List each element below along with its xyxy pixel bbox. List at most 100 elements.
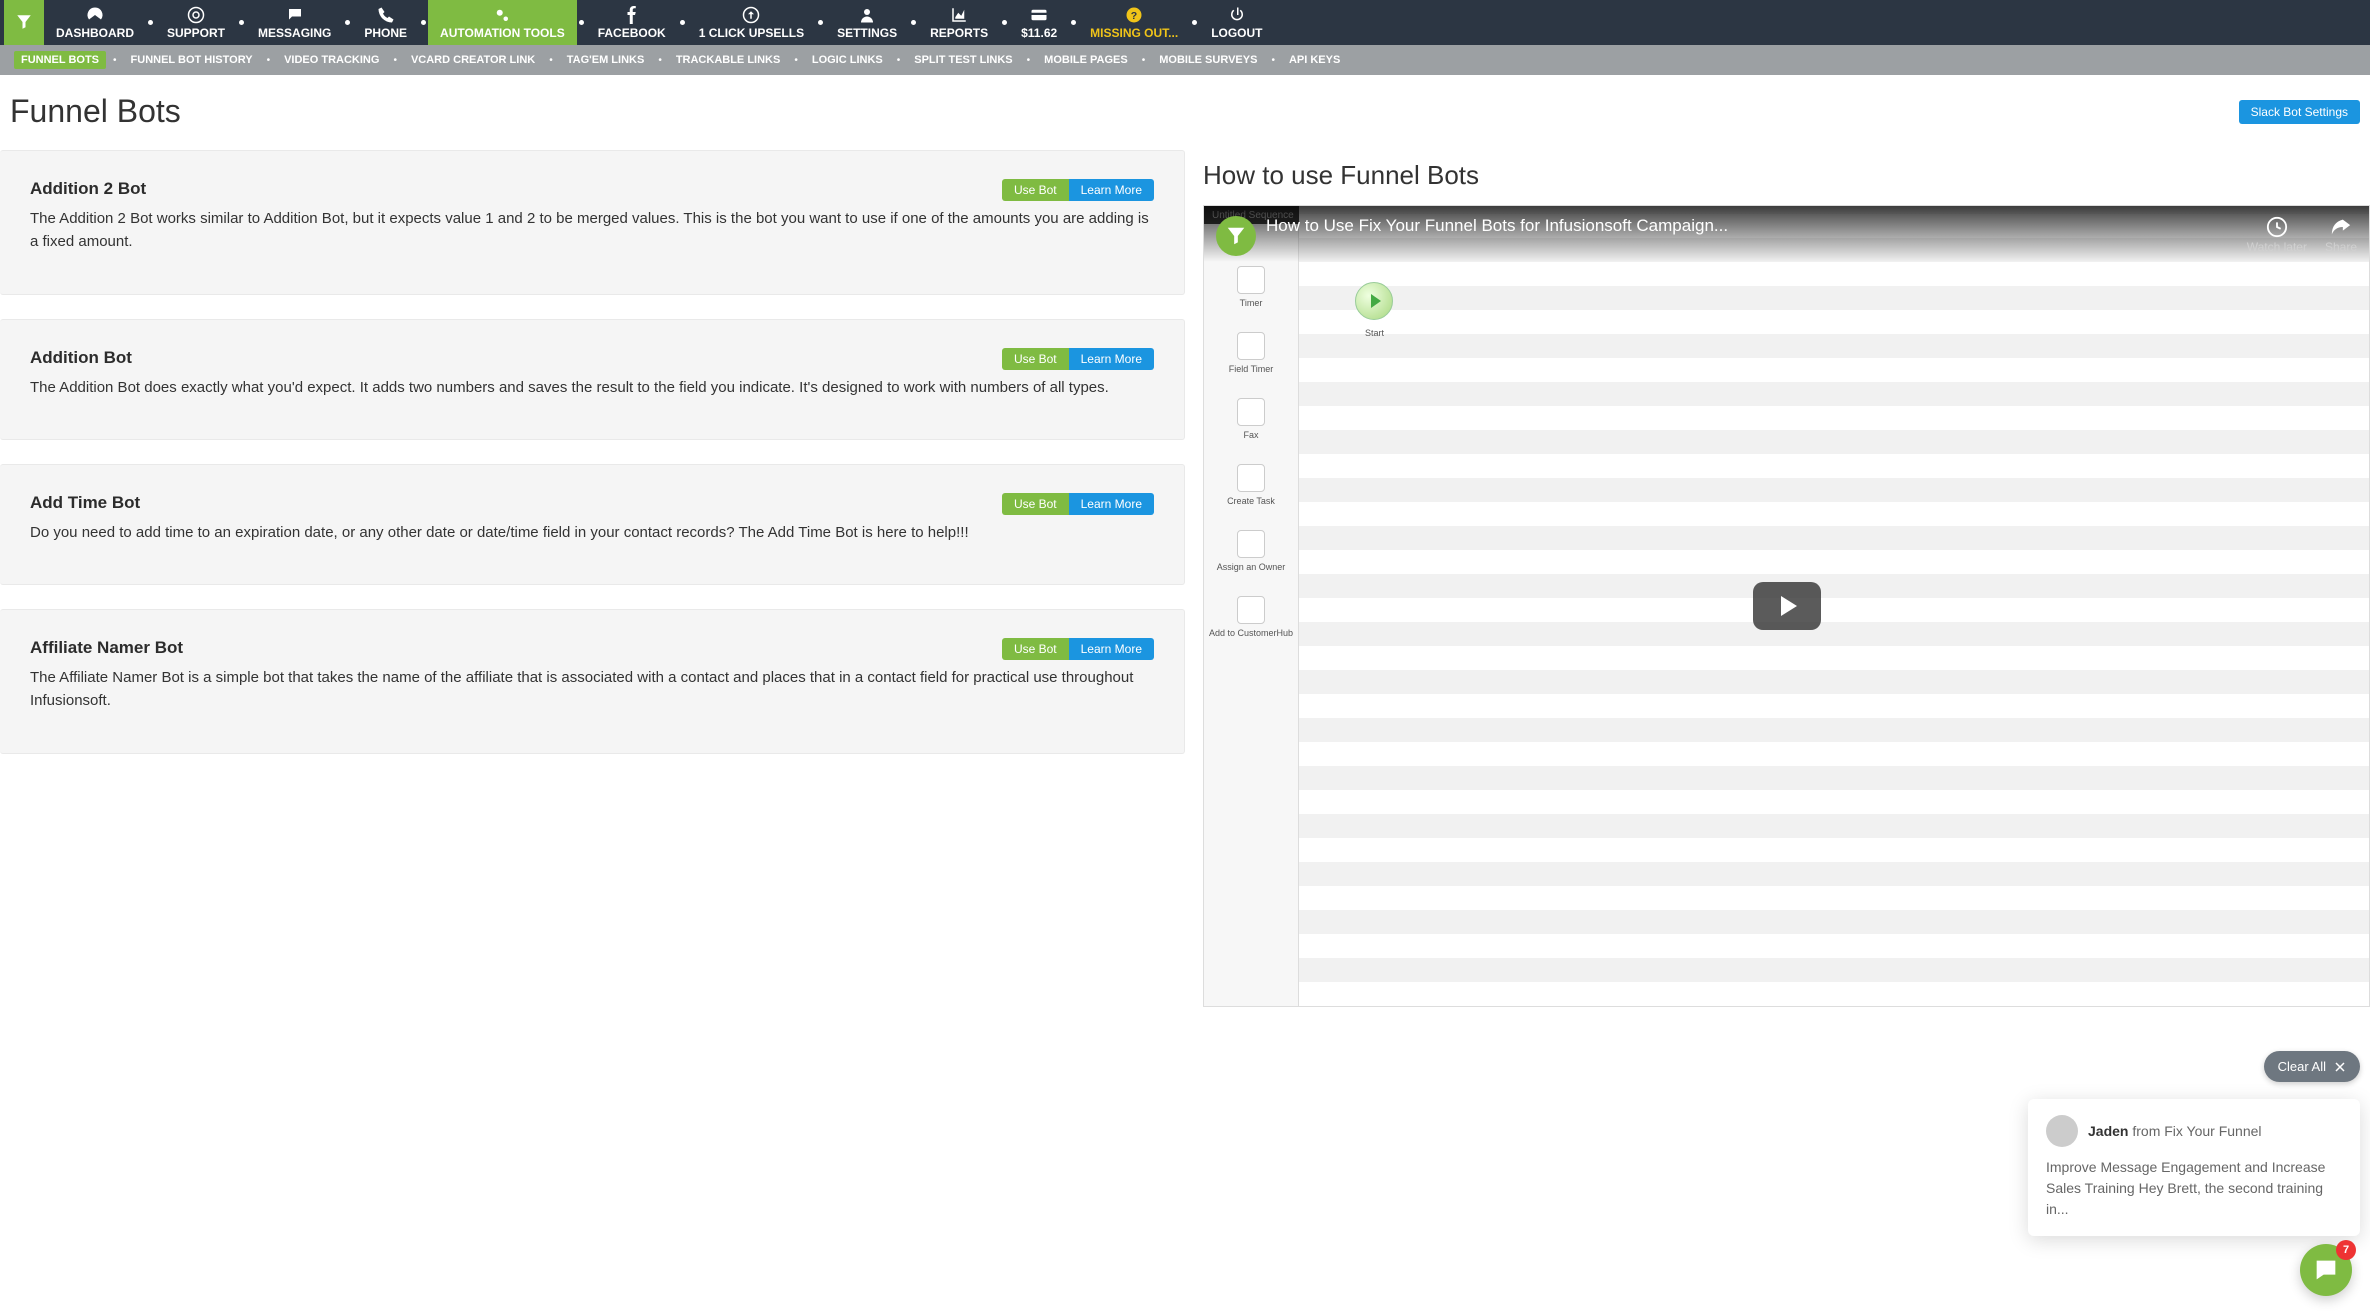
video-mock-canvas: Start bbox=[1299, 206, 2369, 1006]
subnav-separator: • bbox=[392, 55, 398, 66]
nav-logout[interactable]: LOGOUT bbox=[1199, 0, 1274, 45]
chat-body: Improve Message Engagement and Increase … bbox=[2046, 1157, 2342, 1220]
power-icon bbox=[1228, 6, 1246, 24]
nav-separator bbox=[421, 20, 426, 25]
share-label: Share bbox=[2325, 240, 2357, 254]
subnav-separator: • bbox=[1026, 55, 1032, 66]
learn-more-button[interactable]: Learn More bbox=[1069, 348, 1154, 370]
subnav-mobile-surveys[interactable]: MOBILE SURVEYS bbox=[1152, 51, 1264, 69]
nav-settings[interactable]: SETTINGS bbox=[825, 0, 909, 45]
video-player[interactable]: Untitled Sequence Saved at 4:58 PM Edit … bbox=[1203, 205, 2370, 1007]
user-icon bbox=[858, 6, 876, 24]
timer-icon bbox=[1237, 266, 1265, 294]
clear-all-label: Clear All bbox=[2278, 1059, 2326, 1074]
howto-title: How to use Funnel Bots bbox=[1203, 150, 2370, 191]
watch-later-button[interactable]: Watch later bbox=[2247, 216, 2307, 254]
subnav-mobile-pages[interactable]: MOBILE PAGES bbox=[1037, 51, 1135, 69]
logo[interactable] bbox=[4, 0, 44, 45]
top-navigation: DASHBOARD SUPPORT MESSAGING PHONE AUTOMA… bbox=[0, 0, 2370, 45]
subnav-separator: • bbox=[896, 55, 902, 66]
bot-title: Add Time Bot bbox=[30, 493, 140, 513]
bot-card: Addition Bot Use Bot Learn More The Addi… bbox=[0, 319, 1185, 440]
nav-label: $11.62 bbox=[1021, 26, 1057, 40]
subnav-logic[interactable]: LOGIC LINKS bbox=[805, 51, 890, 69]
bot-description: The Addition Bot does exactly what you'd… bbox=[30, 376, 1154, 399]
chat-notification[interactable]: Jaden from Fix Your Funnel Improve Messa… bbox=[2028, 1099, 2360, 1236]
use-bot-button[interactable]: Use Bot bbox=[1002, 493, 1069, 515]
nav-automation-tools[interactable]: AUTOMATION TOOLS bbox=[428, 0, 577, 45]
facebook-icon bbox=[623, 6, 641, 24]
slack-bot-settings-button[interactable]: Slack Bot Settings bbox=[2239, 100, 2360, 124]
subnav-video-tracking[interactable]: VIDEO TRACKING bbox=[277, 51, 386, 69]
chat-icon bbox=[286, 6, 304, 24]
nav-separator bbox=[148, 20, 153, 25]
nav-separator bbox=[911, 20, 916, 25]
page-header: Funnel Bots Slack Bot Settings bbox=[0, 75, 2370, 150]
nav-label: AUTOMATION TOOLS bbox=[440, 26, 565, 40]
nav-messaging[interactable]: MESSAGING bbox=[246, 0, 343, 45]
clear-all-button[interactable]: Clear All bbox=[2264, 1051, 2360, 1082]
nav-phone[interactable]: PHONE bbox=[352, 0, 419, 45]
subnav-separator: • bbox=[1141, 55, 1147, 66]
field-timer-icon bbox=[1237, 332, 1265, 360]
learn-more-button[interactable]: Learn More bbox=[1069, 638, 1154, 660]
video-actions: Watch later Share bbox=[2247, 216, 2357, 254]
nav-separator bbox=[239, 20, 244, 25]
close-icon bbox=[2334, 1061, 2346, 1073]
chat-header: Jaden from Fix Your Funnel bbox=[2046, 1115, 2342, 1147]
intercom-launcher[interactable]: 7 bbox=[2300, 1244, 2352, 1296]
nav-separator bbox=[345, 20, 350, 25]
nav-separator bbox=[579, 20, 584, 25]
nav-reports[interactable]: REPORTS bbox=[918, 0, 1000, 45]
bot-title: Affiliate Namer Bot bbox=[30, 638, 183, 658]
bot-card: Add Time Bot Use Bot Learn More Do you n… bbox=[0, 464, 1185, 585]
nav-label: DASHBOARD bbox=[56, 26, 134, 40]
lifebuoy-icon bbox=[187, 6, 205, 24]
use-bot-button[interactable]: Use Bot bbox=[1002, 179, 1069, 201]
video-topbar: How to Use Fix Your Funnel Bots for Infu… bbox=[1204, 206, 2369, 262]
chart-icon bbox=[950, 6, 968, 24]
nav-dashboard[interactable]: DASHBOARD bbox=[44, 0, 146, 45]
subnav-trackable[interactable]: TRACKABLE LINKS bbox=[669, 51, 788, 69]
subnav-api-keys[interactable]: API KEYS bbox=[1282, 51, 1347, 69]
nav-separator bbox=[1002, 20, 1007, 25]
bot-title: Addition Bot bbox=[30, 348, 132, 368]
nav-balance[interactable]: $11.62 bbox=[1009, 0, 1069, 45]
nav-label: 1 CLICK UPSELLS bbox=[699, 26, 804, 40]
nav-separator bbox=[818, 20, 823, 25]
channel-logo-icon bbox=[1216, 216, 1256, 256]
chat-from: Jaden from Fix Your Funnel bbox=[2088, 1123, 2262, 1139]
sub-navigation: FUNNEL BOTS • FUNNEL BOT HISTORY • VIDEO… bbox=[0, 45, 2370, 75]
nav-support[interactable]: SUPPORT bbox=[155, 0, 237, 45]
bot-description: The Affiliate Namer Bot is a simple bot … bbox=[30, 666, 1154, 713]
nav-facebook[interactable]: FACEBOOK bbox=[586, 0, 678, 45]
howto-column: How to use Funnel Bots Untitled Sequence… bbox=[1199, 150, 2370, 1007]
share-button[interactable]: Share bbox=[2325, 216, 2357, 254]
play-button-icon[interactable] bbox=[1753, 582, 1821, 630]
bot-buttons: Use Bot Learn More bbox=[1002, 493, 1154, 515]
subnav-separator: • bbox=[657, 55, 663, 66]
nav-missing-out[interactable]: ? MISSING OUT... bbox=[1078, 0, 1190, 45]
notification-badge: 7 bbox=[2336, 1240, 2356, 1260]
subnav-history[interactable]: FUNNEL BOT HISTORY bbox=[124, 51, 260, 69]
chat-bubble-icon bbox=[2312, 1256, 2340, 1284]
video-title: How to Use Fix Your Funnel Bots for Infu… bbox=[1266, 216, 2247, 236]
subnav-funnel-bots[interactable]: FUNNEL BOTS bbox=[14, 51, 106, 69]
bot-buttons: Use Bot Learn More bbox=[1002, 348, 1154, 370]
subnav-tagem[interactable]: TAG'EM LINKS bbox=[560, 51, 652, 69]
main-content: Addition 2 Bot Use Bot Learn More The Ad… bbox=[0, 150, 2370, 1007]
nav-separator bbox=[1192, 20, 1197, 25]
subnav-vcard[interactable]: VCARD CREATOR LINK bbox=[404, 51, 542, 69]
learn-more-button[interactable]: Learn More bbox=[1069, 179, 1154, 201]
learn-more-button[interactable]: Learn More bbox=[1069, 493, 1154, 515]
subnav-split[interactable]: SPLIT TEST LINKS bbox=[907, 51, 1019, 69]
subnav-separator: • bbox=[1270, 55, 1276, 66]
nav-upsells[interactable]: 1 CLICK UPSELLS bbox=[687, 0, 816, 45]
use-bot-button[interactable]: Use Bot bbox=[1002, 638, 1069, 660]
nav-label: PHONE bbox=[364, 26, 407, 40]
nav-separator bbox=[680, 20, 685, 25]
nav-label: MISSING OUT... bbox=[1090, 26, 1178, 40]
use-bot-button[interactable]: Use Bot bbox=[1002, 348, 1069, 370]
fax-icon bbox=[1237, 398, 1265, 426]
phone-icon bbox=[377, 6, 395, 24]
